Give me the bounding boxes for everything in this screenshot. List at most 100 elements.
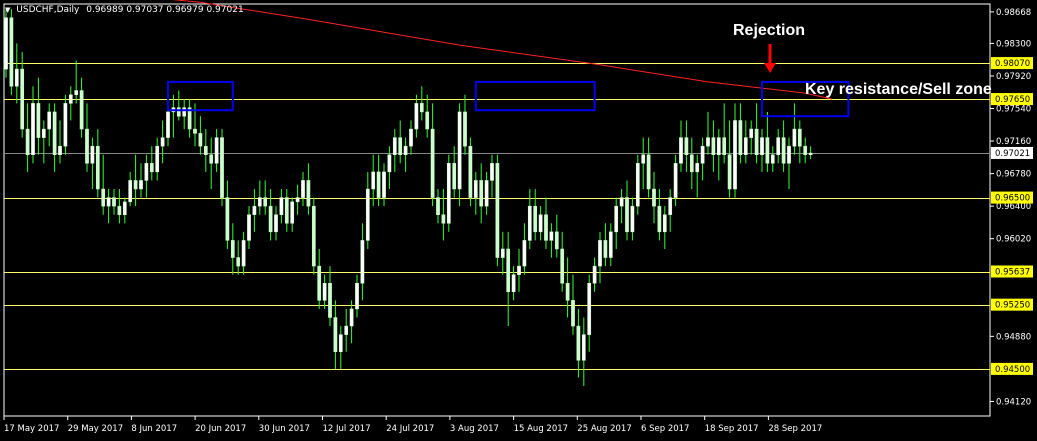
candle-body [803,145,808,156]
candle-body [25,128,30,156]
candle-body [652,188,656,207]
candle-body [808,152,813,156]
x-tick-label: 18 Sep 2017 [705,424,759,434]
y-tick-label: 0.94880 [996,332,1031,342]
price-chart: 0.98668 0.98300 0.97920 0.97540 0.97160 0.967… [3,0,1033,434]
candle-body [176,107,181,117]
candle-body [9,17,14,87]
candle-body [792,128,797,147]
candle-body [14,68,19,87]
candle-body [376,171,381,198]
candle-body [554,231,559,250]
candle-body [344,325,349,335]
candle-body [511,274,516,293]
x-tick-label: 28 Sep 2017 [768,424,822,434]
candle-body [430,128,435,198]
candle-body [500,248,505,258]
candle-body [403,145,408,156]
candle-body [635,163,640,207]
y-tick-label: 0.97920 [996,72,1031,82]
candle-body [398,137,403,156]
candle-body [365,188,370,241]
candle-body [36,103,41,138]
candle-body [122,201,127,215]
candle-body [700,145,705,164]
candle-body [257,197,262,207]
candle-body [47,111,52,130]
candle-body [706,137,710,147]
candle-body [738,120,743,156]
candle-body [117,205,122,215]
chart-header: ▼ USDCHF,Daily 0.96989 0.97037 0.96979 0… [5,5,244,15]
candle-body [306,180,311,207]
candle-body [41,128,46,138]
candle-body [182,107,187,117]
y-tick-label: 0.96020 [996,235,1031,245]
zone-box [474,80,596,112]
candle-body [657,205,662,233]
candle-body [328,282,332,318]
candle-body [247,214,251,241]
x-tick-label: 20 Jun 2017 [195,424,246,434]
candle-body [225,197,230,241]
candle-body [230,240,235,258]
candle-body [139,180,143,190]
candle-body [463,111,467,147]
candle-body [414,103,419,130]
candle-body [90,145,95,164]
candle-body [128,180,133,203]
candle-body [743,137,748,156]
candle-body [668,197,673,215]
y-tick-label: 0.97540 [996,104,1031,114]
candle-body [608,231,613,258]
candle-body [436,197,440,215]
candle-body [770,154,775,164]
level-label: 0.97650 [995,95,1030,105]
y-tick-label: 0.98668 [996,8,1031,18]
candle-body [349,308,354,327]
candle-body [614,205,619,233]
candle-body [220,137,224,198]
candle-body [193,128,197,134]
candle-body [533,205,538,233]
candle-body [457,111,462,190]
x-tick-label: 24 Jul 2017 [386,424,434,434]
candle-body [673,163,678,198]
candle-body [776,137,781,156]
level-label: 0.94500 [995,365,1030,375]
candle-body [468,145,473,198]
candle-body [52,111,57,156]
x-tick-label: 12 Jul 2017 [323,424,371,434]
x-tick-label: 15 Aug 2017 [514,424,568,434]
candle-body [155,145,160,173]
x-tick-label: 17 May 2017 [4,424,59,434]
x-tick-label: 30 Jun 2017 [259,424,310,434]
x-tick-label: 3 Aug 2017 [450,424,499,434]
candle-body [274,214,278,233]
candle-body [279,197,284,215]
candle-body [646,154,651,190]
level-label: 0.96500 [995,194,1030,204]
candle-body [263,197,268,207]
candle-body [625,197,629,233]
candle-body [4,17,8,70]
candle-body [549,231,554,241]
candle-body [733,120,737,190]
candle-body [252,205,257,215]
candle-body [527,205,532,241]
candle-body [587,282,592,335]
candle-body [446,163,451,224]
candle-body [214,137,219,164]
candle-body [355,282,359,310]
candle-body [382,171,386,198]
candle-body [787,145,791,164]
candle-body [284,197,289,224]
candle-body [290,201,295,224]
candle-body [754,128,759,156]
candle-body [392,137,397,156]
candle-body [598,240,602,267]
candle-body [641,154,646,164]
collapse-triangle-icon[interactable]: ▼ [5,6,10,14]
candle-body [679,137,683,164]
candle-body [198,133,203,147]
